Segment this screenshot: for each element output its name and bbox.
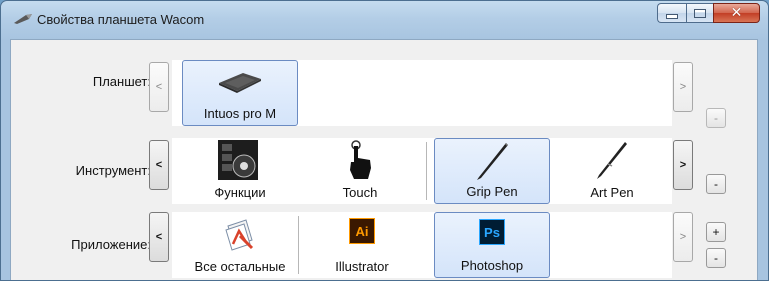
tool-prev-button[interactable]: < <box>149 140 169 190</box>
tool-next-button[interactable]: > <box>673 140 693 190</box>
app-remove-button[interactable]: - <box>706 248 726 268</box>
wacom-properties-window: Свойства планшета Wacom ✕ Планшет: < Int… <box>0 0 769 281</box>
caption-buttons: ✕ <box>657 3 760 25</box>
tablet-strip: Intuos pro M <box>172 60 672 126</box>
tablet-prev-button[interactable]: < <box>149 62 169 112</box>
app-separator <box>298 216 299 274</box>
illustrator-icon: Ai <box>349 218 375 244</box>
tool-item-touch[interactable]: Touch <box>302 138 418 204</box>
grip-pen-icon <box>477 143 508 180</box>
app-next-button[interactable]: > <box>673 212 693 262</box>
app-item-all-others[interactable]: Все остальные <box>182 212 298 278</box>
maximize-button[interactable] <box>686 3 713 23</box>
app-strip: Все остальные Ai Illustrator Ps Photosho… <box>172 212 672 278</box>
tablet-next-button[interactable]: > <box>673 62 693 112</box>
tablet-row-label: Планшет: <box>92 74 151 89</box>
tool-separator <box>426 142 427 200</box>
tool-row-label: Инструмент: <box>75 163 151 178</box>
tool-item-label: Функции <box>214 185 266 200</box>
tablet-item-label: Intuos pro M <box>203 106 277 121</box>
tablet-remove-button[interactable]: - <box>706 108 726 128</box>
tool-item-label: Art Pen <box>590 185 634 200</box>
tool-remove-button[interactable]: - <box>706 174 726 194</box>
app-item-label: Photoshop <box>460 258 524 273</box>
close-button[interactable]: ✕ <box>713 3 760 23</box>
tool-strip: Функции Touch Grip Pen Art Pen <box>172 138 672 204</box>
wacom-pen-icon <box>14 14 32 24</box>
title-bar[interactable]: Свойства планшета Wacom ✕ <box>1 1 768 39</box>
tool-item-label: Grip Pen <box>466 184 518 199</box>
tool-item-functions[interactable]: Функции <box>182 138 298 204</box>
app-item-photoshop[interactable]: Ps Photoshop <box>434 212 550 278</box>
app-row-label: Приложение: <box>71 237 151 252</box>
tool-item-label: Touch <box>342 185 378 200</box>
all-apps-icon <box>225 219 254 251</box>
app-item-label: Illustrator <box>335 259 389 274</box>
minimize-icon <box>666 14 678 19</box>
minimize-button[interactable] <box>657 3 686 23</box>
tool-item-art-pen[interactable]: Art Pen <box>554 138 670 204</box>
tool-item-grip-pen[interactable]: Grip Pen <box>434 138 550 204</box>
tablet-icon <box>219 73 261 93</box>
touch-icon <box>350 140 371 179</box>
app-add-button[interactable]: + <box>706 222 726 242</box>
app-item-illustrator[interactable]: Ai Illustrator <box>304 212 420 278</box>
close-icon: ✕ <box>730 5 743 21</box>
functions-icon <box>218 140 258 180</box>
photoshop-icon: Ps <box>479 219 505 245</box>
maximize-icon <box>694 8 706 18</box>
window-title: Свойства планшета Wacom <box>37 12 205 27</box>
app-item-label: Все остальные <box>194 259 286 274</box>
tablet-item-intuos-pro-m[interactable]: Intuos pro M <box>182 60 298 126</box>
app-prev-button[interactable]: < <box>149 212 169 262</box>
client-area: Планшет: < Intuos pro M > - Инструмент: … <box>10 39 758 280</box>
art-pen-icon <box>597 142 627 179</box>
